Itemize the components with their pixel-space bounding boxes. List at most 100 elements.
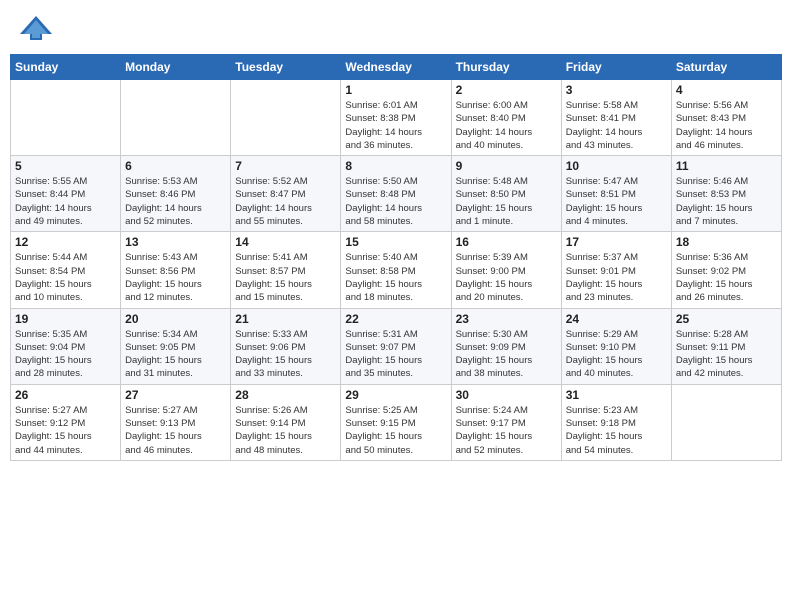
calendar-cell: 3 Sunrise: 5:58 AM Sunset: 8:41 PM Daylig… (561, 80, 671, 156)
day-info: Sunrise: 5:56 AM Sunset: 8:43 PM Dayligh… (676, 99, 777, 152)
day-info: Sunrise: 5:34 AM Sunset: 9:05 PM Dayligh… (125, 328, 226, 381)
calendar-cell: 15 Sunrise: 5:40 AM Sunset: 8:58 PM Dayli… (341, 232, 451, 308)
calendar-cell: 21 Sunrise: 5:33 AM Sunset: 9:06 PM Dayli… (231, 308, 341, 384)
calendar-week-row: 19Sunrise: 5:35 AM Sunset: 9:04 PM Dayli… (11, 308, 782, 384)
calendar-cell: 17 Sunrise: 5:37 AM Sunset: 9:01 PM Dayli… (561, 232, 671, 308)
day-info: Sunrise: 5:55 AM Sunset: 8:44 PM Dayligh… (15, 175, 116, 228)
calendar-cell: 30 Sunrise: 5:24 AM Sunset: 9:17 PM Dayli… (451, 384, 561, 460)
day-number: 2 (456, 83, 557, 97)
day-number: 7 (235, 159, 336, 173)
calendar-cell: 27 Sunrise: 5:27 AM Sunset: 9:13 PM Dayli… (121, 384, 231, 460)
day-number: 20 (125, 312, 226, 326)
day-info: Sunrise: 5:40 AM Sunset: 8:58 PM Dayligh… (345, 251, 446, 304)
calendar-cell: 26 Sunrise: 5:27 AM Sunset: 9:12 PM Dayli… (11, 384, 121, 460)
day-number: 15 (345, 235, 446, 249)
day-number: 23 (456, 312, 557, 326)
day-number: 24 (566, 312, 667, 326)
logo-icon (18, 14, 54, 42)
calendar-cell: 14 Sunrise: 5:41 AM Sunset: 8:57 PM Dayli… (231, 232, 341, 308)
calendar-cell (671, 384, 781, 460)
day-number: 1 (345, 83, 446, 97)
weekday-header-saturday: Saturday (671, 55, 781, 80)
day-number: 31 (566, 388, 667, 402)
calendar-cell: 25 Sunrise: 5:28 AM Sunset: 9:11 PM Dayli… (671, 308, 781, 384)
day-info: Sunrise: 5:27 AM Sunset: 9:13 PM Dayligh… (125, 404, 226, 457)
day-number: 26 (15, 388, 116, 402)
calendar-cell: 28 Sunrise: 5:26 AM Sunset: 9:14 PM Dayli… (231, 384, 341, 460)
day-info: Sunrise: 5:50 AM Sunset: 8:48 PM Dayligh… (345, 175, 446, 228)
weekday-header-tuesday: Tuesday (231, 55, 341, 80)
day-number: 14 (235, 235, 336, 249)
day-number: 30 (456, 388, 557, 402)
day-number: 21 (235, 312, 336, 326)
day-info: Sunrise: 5:29 AM Sunset: 9:10 PM Dayligh… (566, 328, 667, 381)
day-info: Sunrise: 5:43 AM Sunset: 8:56 PM Dayligh… (125, 251, 226, 304)
weekday-header-friday: Friday (561, 55, 671, 80)
day-info: Sunrise: 5:28 AM Sunset: 9:11 PM Dayligh… (676, 328, 777, 381)
calendar-week-row: 12 Sunrise: 5:44 AM Sunset: 8:54 PM Dayli… (11, 232, 782, 308)
calendar-cell: 11 Sunrise: 5:46 AM Sunset: 8:53 PM Dayli… (671, 156, 781, 232)
weekday-header-wednesday: Wednesday (341, 55, 451, 80)
day-info: Sunrise: 5:58 AM Sunset: 8:41 PM Dayligh… (566, 99, 667, 152)
calendar-cell: 2Sunrise: 6:00 AM Sunset: 8:40 PM Daylig… (451, 80, 561, 156)
day-number: 17 (566, 235, 667, 249)
calendar-cell: 12 Sunrise: 5:44 AM Sunset: 8:54 PM Dayli… (11, 232, 121, 308)
day-number: 27 (125, 388, 226, 402)
day-number: 28 (235, 388, 336, 402)
calendar-cell: 29Sunrise: 5:25 AM Sunset: 9:15 PM Dayli… (341, 384, 451, 460)
calendar-week-row: 1 Sunrise: 6:01 AM Sunset: 8:38 PM Daylig… (11, 80, 782, 156)
day-number: 11 (676, 159, 777, 173)
day-number: 9 (456, 159, 557, 173)
day-number: 22 (345, 312, 446, 326)
day-number: 8 (345, 159, 446, 173)
day-info: Sunrise: 5:26 AM Sunset: 9:14 PM Dayligh… (235, 404, 336, 457)
day-number: 10 (566, 159, 667, 173)
day-info: Sunrise: 5:53 AM Sunset: 8:46 PM Dayligh… (125, 175, 226, 228)
day-info: Sunrise: 5:23 AM Sunset: 9:18 PM Dayligh… (566, 404, 667, 457)
weekday-header-thursday: Thursday (451, 55, 561, 80)
calendar-cell: 8 Sunrise: 5:50 AM Sunset: 8:48 PM Daylig… (341, 156, 451, 232)
calendar-cell (121, 80, 231, 156)
calendar-cell: 9 Sunrise: 5:48 AM Sunset: 8:50 PM Daylig… (451, 156, 561, 232)
day-number: 13 (125, 235, 226, 249)
calendar-cell: 24 Sunrise: 5:29 AM Sunset: 9:10 PM Dayli… (561, 308, 671, 384)
calendar-table: SundayMondayTuesdayWednesdayThursdayFrid… (10, 54, 782, 461)
weekday-header-row: SundayMondayTuesdayWednesdayThursdayFrid… (11, 55, 782, 80)
day-info: Sunrise: 5:52 AM Sunset: 8:47 PM Dayligh… (235, 175, 336, 228)
day-info: Sunrise: 5:33 AM Sunset: 9:06 PM Dayligh… (235, 328, 336, 381)
day-info: Sunrise: 5:46 AM Sunset: 8:53 PM Dayligh… (676, 175, 777, 228)
day-info: Sunrise: 5:44 AM Sunset: 8:54 PM Dayligh… (15, 251, 116, 304)
day-info: Sunrise: 5:37 AM Sunset: 9:01 PM Dayligh… (566, 251, 667, 304)
calendar-cell: 20 Sunrise: 5:34 AM Sunset: 9:05 PM Dayli… (121, 308, 231, 384)
calendar-cell: 19Sunrise: 5:35 AM Sunset: 9:04 PM Dayli… (11, 308, 121, 384)
day-info: Sunrise: 5:25 AM Sunset: 9:15 PM Dayligh… (345, 404, 446, 457)
calendar-cell (11, 80, 121, 156)
calendar-cell: 6Sunrise: 5:53 AM Sunset: 8:46 PM Daylig… (121, 156, 231, 232)
day-info: Sunrise: 5:39 AM Sunset: 9:00 PM Dayligh… (456, 251, 557, 304)
day-info: Sunrise: 5:48 AM Sunset: 8:50 PM Dayligh… (456, 175, 557, 228)
calendar-cell: 1 Sunrise: 6:01 AM Sunset: 8:38 PM Daylig… (341, 80, 451, 156)
day-number: 5 (15, 159, 116, 173)
day-number: 16 (456, 235, 557, 249)
day-info: Sunrise: 6:01 AM Sunset: 8:38 PM Dayligh… (345, 99, 446, 152)
day-number: 3 (566, 83, 667, 97)
calendar-cell: 13 Sunrise: 5:43 AM Sunset: 8:56 PM Dayli… (121, 232, 231, 308)
calendar-cell (231, 80, 341, 156)
day-number: 4 (676, 83, 777, 97)
calendar-cell: 23Sunrise: 5:30 AM Sunset: 9:09 PM Dayli… (451, 308, 561, 384)
day-info: Sunrise: 5:35 AM Sunset: 9:04 PM Dayligh… (15, 328, 116, 381)
day-info: Sunrise: 5:31 AM Sunset: 9:07 PM Dayligh… (345, 328, 446, 381)
calendar-cell: 22 Sunrise: 5:31 AM Sunset: 9:07 PM Dayli… (341, 308, 451, 384)
day-number: 12 (15, 235, 116, 249)
calendar-week-row: 26 Sunrise: 5:27 AM Sunset: 9:12 PM Dayli… (11, 384, 782, 460)
day-number: 25 (676, 312, 777, 326)
calendar-cell: 5 Sunrise: 5:55 AM Sunset: 8:44 PM Daylig… (11, 156, 121, 232)
day-info: Sunrise: 5:41 AM Sunset: 8:57 PM Dayligh… (235, 251, 336, 304)
calendar-cell: 18Sunrise: 5:36 AM Sunset: 9:02 PM Dayli… (671, 232, 781, 308)
day-info: Sunrise: 5:27 AM Sunset: 9:12 PM Dayligh… (15, 404, 116, 457)
calendar-week-row: 5 Sunrise: 5:55 AM Sunset: 8:44 PM Daylig… (11, 156, 782, 232)
calendar-cell: 4 Sunrise: 5:56 AM Sunset: 8:43 PM Daylig… (671, 80, 781, 156)
day-info: Sunrise: 5:36 AM Sunset: 9:02 PM Dayligh… (676, 251, 777, 304)
page-header (10, 10, 782, 46)
day-info: Sunrise: 5:24 AM Sunset: 9:17 PM Dayligh… (456, 404, 557, 457)
